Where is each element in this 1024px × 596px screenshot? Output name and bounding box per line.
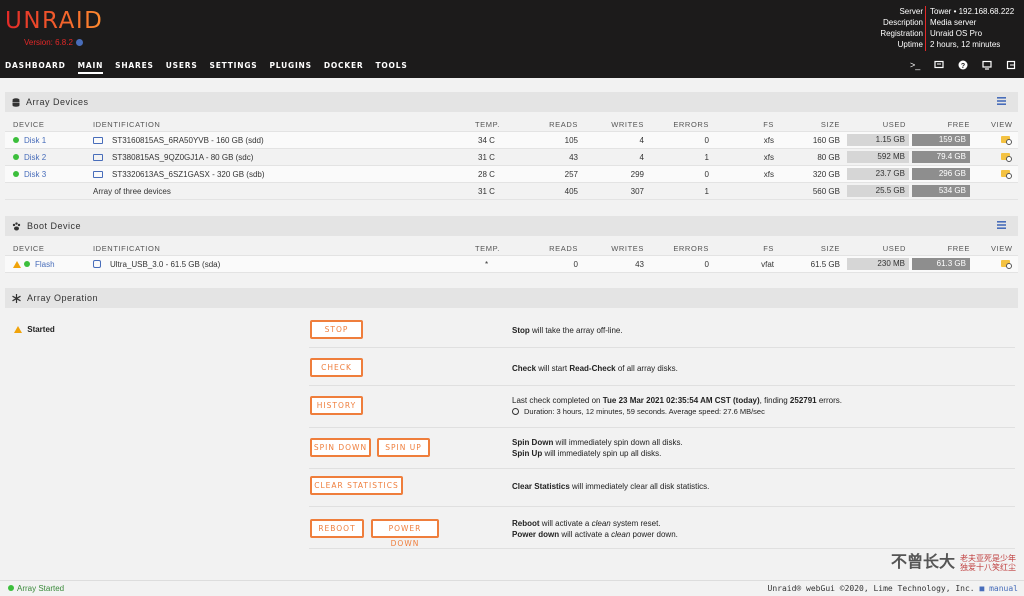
main-nav: DASHBOARD MAIN SHARES USERS SETTINGS PLU… (5, 61, 420, 74)
info-icon[interactable] (75, 39, 83, 46)
disk-3-link[interactable]: Disk 3 (13, 170, 46, 179)
feedback-icon[interactable] (934, 60, 944, 70)
array-operation-title: Array Operation (27, 293, 99, 303)
array-devices-table: DEVICE IDENTIFICATION TEMP. READS WRITES… (5, 116, 1018, 200)
status-dot-icon (13, 171, 19, 177)
power-down-button[interactable]: POWER DOWN (371, 519, 439, 548)
terminal-icon[interactable]: >_ (910, 60, 920, 70)
disk-1-link[interactable]: Disk 1 (13, 136, 46, 145)
nav-docker[interactable]: DOCKER (324, 61, 364, 74)
clear-statistics-description: Clear Statistics will immediately clear … (512, 482, 710, 491)
usb-icon (93, 260, 101, 268)
clear-statistics-button[interactable]: CLEAR STATISTICS (310, 476, 403, 495)
array-summary-row: Array of three devices 31 C 405 307 1 56… (5, 183, 1018, 200)
free-bar: 296 GB (912, 168, 970, 180)
status-dot-icon (8, 585, 14, 591)
list-view-icon[interactable] (997, 97, 1006, 105)
boot-device-header: Boot Device (5, 216, 1018, 236)
boot-device-table: DEVICE IDENTIFICATION TEMP. READS WRITES… (5, 240, 1018, 273)
stop-button[interactable]: STOP (310, 320, 363, 339)
unraid-logo[interactable]: UNRAID (5, 8, 103, 34)
stop-description: Stop will take the array off-line. (512, 326, 623, 335)
free-bar: 534 GB (912, 185, 970, 197)
power-description: Reboot will activate a clean system rese… (512, 519, 678, 539)
database-icon (12, 97, 20, 107)
info-monitor-icon[interactable] (982, 60, 992, 70)
divider (309, 506, 1015, 507)
history-button[interactable]: HISTORY (310, 396, 363, 415)
table-row: Disk 2 ST380815AS_9QZ0GJ1A - 80 GB (sdc)… (5, 149, 1018, 166)
divider (309, 468, 1015, 469)
check-button[interactable]: CHECK (310, 358, 363, 377)
free-bar: 61.3 GB (912, 258, 970, 270)
table-header-row: DEVICE IDENTIFICATION TEMP. READS WRITES… (5, 240, 1018, 256)
table-row: Disk 1 ST3160815AS_6RA50YVB - 160 GB (sd… (5, 132, 1018, 149)
spin-description: Spin Down will immediately spin down all… (512, 438, 683, 458)
table-row: Flash Ultra_USB_3.0 - 61.5 GB (sda) * 0 … (5, 256, 1018, 273)
manual-link[interactable]: ■ manual (979, 584, 1018, 593)
used-bar: 25.5 GB (847, 185, 909, 197)
hdd-icon (93, 154, 103, 161)
table-row: Disk 3 ST3320613AS_6SZ1GASX - 320 GB (sd… (5, 166, 1018, 183)
nav-shares[interactable]: SHARES (115, 61, 154, 74)
watermark: 不曾长大 老夫亚死是少年 独爱十八笑红尘 (890, 552, 1016, 572)
nav-tools[interactable]: TOOLS (375, 61, 407, 74)
boot-device-title: Boot Device (27, 221, 82, 231)
snowflake-icon (12, 293, 21, 303)
used-bar: 592 MB (847, 151, 909, 163)
spin-down-button[interactable]: SPIN DOWN (310, 438, 371, 457)
array-status-footer: Array Started (8, 584, 64, 593)
divider (309, 385, 1015, 386)
nav-main[interactable]: MAIN (77, 61, 104, 74)
array-operation-section: Started STOP Stop will take the array of… (5, 309, 1018, 552)
nav-settings[interactable]: SETTINGS (210, 61, 258, 74)
divider (309, 427, 1015, 428)
nav-dashboard[interactable]: DASHBOARD (5, 61, 66, 74)
divider (309, 347, 1015, 348)
server-info-labels: Server Description Registration Uptime (880, 7, 923, 49)
spin-up-button[interactable]: SPIN UP (377, 438, 430, 457)
nav-plugins[interactable]: PLUGINS (270, 61, 312, 74)
browse-folder-icon[interactable] (1001, 136, 1012, 145)
footer-copyright: Unraid® webGui ©2020, Lime Technology, I… (767, 584, 1018, 593)
used-bar: 230 MB (847, 258, 909, 270)
warning-icon (13, 261, 21, 268)
top-header: UNRAID Version: 6.8.2 Server Description… (0, 0, 1024, 78)
array-devices-header: Array Devices (5, 92, 1018, 112)
reboot-button[interactable]: REBOOT (310, 519, 364, 538)
array-operation-header: Array Operation (5, 288, 1018, 308)
disk-2-link[interactable]: Disk 2 (13, 153, 46, 162)
browse-folder-icon[interactable] (1001, 170, 1012, 179)
warning-icon (14, 326, 22, 333)
history-description: Last check completed on Tue 23 Mar 2021 … (512, 396, 842, 416)
status-dot-icon (13, 137, 19, 143)
status-dot-icon (24, 261, 30, 267)
hdd-icon (93, 171, 103, 178)
browse-folder-icon[interactable] (1001, 153, 1012, 162)
server-info-values: Tower • 192.168.68.222 Media server Unra… (925, 6, 1014, 51)
nav-users[interactable]: USERS (166, 61, 198, 74)
browse-folder-icon[interactable] (1001, 260, 1012, 269)
help-icon[interactable]: ? (958, 60, 968, 70)
version-label[interactable]: Version: 6.8.2 (24, 38, 83, 47)
flash-link[interactable]: Flash (13, 260, 55, 269)
table-header-row: DEVICE IDENTIFICATION TEMP. READS WRITES… (5, 116, 1018, 132)
status-dot-icon (13, 154, 19, 160)
used-bar: 23.7 GB (847, 168, 909, 180)
hdd-icon (93, 137, 103, 144)
list-view-icon[interactable] (997, 221, 1006, 229)
check-description: Check will start Read-Check of all array… (512, 364, 678, 373)
svg-text:?: ? (961, 63, 965, 70)
free-bar: 79.4 GB (912, 151, 970, 163)
array-status: Started (14, 325, 55, 334)
array-devices-title: Array Devices (26, 97, 89, 107)
clock-icon (512, 408, 519, 415)
free-bar: 159 GB (912, 134, 970, 146)
used-bar: 1.15 GB (847, 134, 909, 146)
logout-icon[interactable] (1006, 60, 1016, 70)
nav-icon-bar: >_ ? (910, 60, 1016, 70)
footer: Array Started Unraid® webGui ©2020, Lime… (0, 580, 1024, 596)
paw-icon (12, 221, 21, 230)
